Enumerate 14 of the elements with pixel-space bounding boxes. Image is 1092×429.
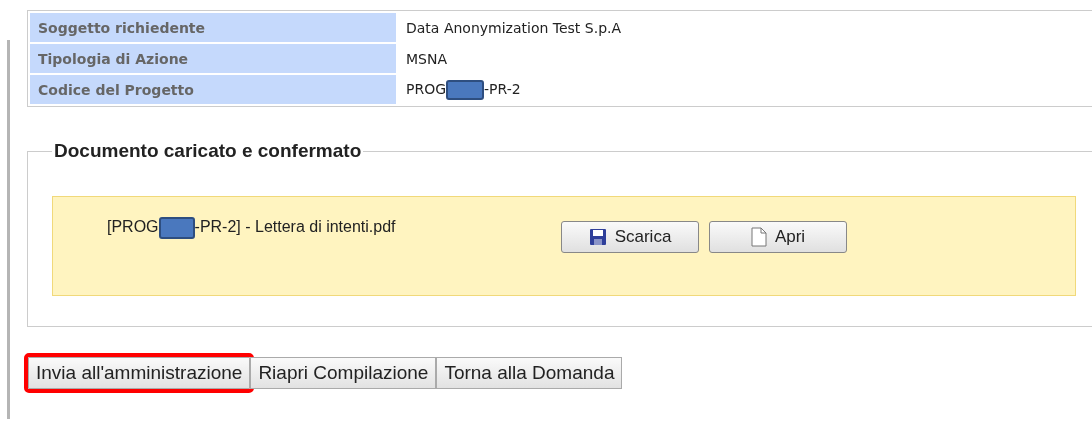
redaction-mark — [446, 79, 485, 100]
field-label: Tipologia di Azione — [30, 44, 396, 73]
field-value: MSNA — [405, 49, 448, 69]
action-button[interactable]: Riapri Compilazione — [250, 357, 437, 389]
file-name: [PROG -PR-2] - Lettera di intenti.pdf — [107, 217, 561, 239]
page-icon — [750, 227, 767, 247]
download-button[interactable]: Scarica — [561, 221, 699, 253]
field-label: Codice del Progetto — [30, 75, 396, 104]
panel-legend: Documento caricato e confermato — [52, 140, 364, 162]
action-button[interactable]: Torna alla Domanda — [436, 357, 623, 389]
field-value: PROG -PR-2 — [398, 75, 1092, 104]
field-label: Soggetto richiedente — [30, 13, 396, 42]
open-button[interactable]: Apri — [709, 221, 847, 253]
field-value: Data Anonymization Test S.p.A — [405, 18, 623, 38]
